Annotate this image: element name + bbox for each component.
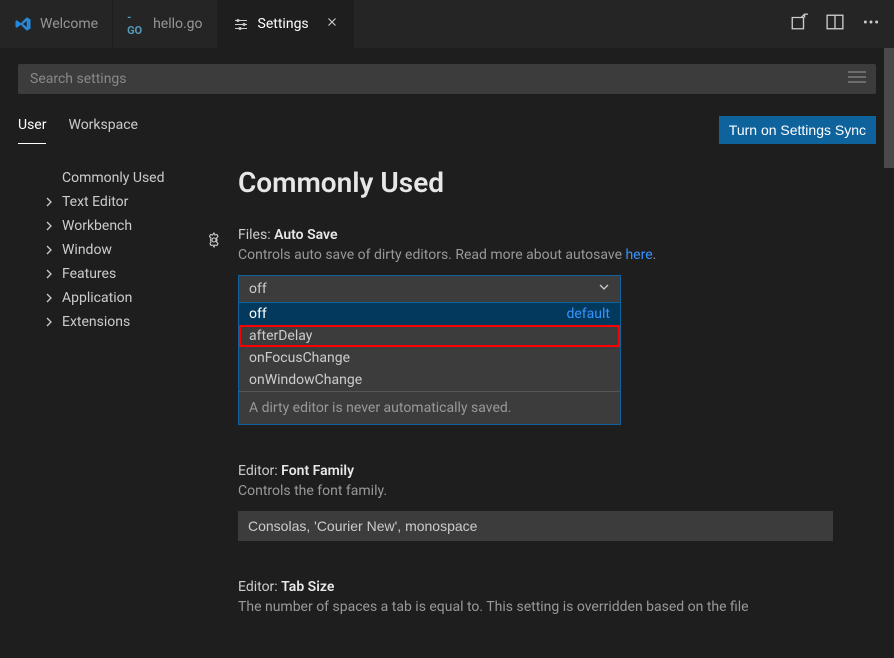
chevron-right-icon: [44, 293, 56, 303]
option-after-delay[interactable]: afterDelay: [239, 325, 620, 347]
toc-extensions[interactable]: Extensions: [44, 310, 218, 334]
chevron-right-icon: [44, 197, 56, 207]
search-placeholder: Search settings: [30, 71, 127, 87]
setting-description: Controls the font family.: [238, 483, 876, 499]
dropdown-value: off: [249, 281, 267, 297]
font-family-input[interactable]: [238, 511, 833, 541]
setting-prefix: Files:: [238, 227, 274, 243]
scope-workspace[interactable]: Workspace: [68, 117, 138, 144]
toc-label: Application: [62, 290, 132, 306]
filter-icon[interactable]: [848, 70, 866, 88]
toc-label: Text Editor: [62, 194, 128, 210]
tab-actions: [776, 0, 894, 48]
dropdown-selected[interactable]: off: [238, 275, 621, 303]
toc-features[interactable]: Features: [44, 262, 218, 286]
setting-prefix: Editor:: [238, 463, 281, 479]
scope-user[interactable]: User: [18, 117, 46, 144]
scrollbar[interactable]: [884, 48, 894, 168]
chevron-right-icon: [44, 317, 56, 327]
setting-name: Tab Size: [281, 579, 334, 595]
toc-window[interactable]: Window: [44, 238, 218, 262]
toc-label: Extensions: [62, 314, 130, 330]
settings-detail: Commonly Used Files: Auto Save Controls …: [218, 166, 876, 653]
search-input[interactable]: Search settings: [18, 64, 876, 94]
toc-label: Features: [62, 266, 116, 282]
scope-tabs: User Workspace: [18, 117, 138, 144]
toc-label: Workbench: [62, 218, 132, 234]
scope-row: User Workspace Turn on Settings Sync: [18, 116, 876, 144]
setting-auto-save: Files: Auto Save Controls auto save of d…: [238, 227, 876, 425]
chevron-down-icon: [598, 281, 610, 297]
autosave-doc-link[interactable]: here: [625, 247, 652, 263]
default-badge: default: [566, 306, 610, 322]
tab-label: Settings: [258, 16, 309, 32]
tab-label: hello.go: [153, 16, 202, 32]
dropdown-list: off default afterDelay onFocusChange onW…: [238, 303, 621, 425]
tab-label: Welcome: [40, 16, 98, 32]
setting-prefix: Editor:: [238, 579, 281, 595]
split-editor-icon[interactable]: [826, 13, 844, 35]
setting-description: The number of spaces a tab is equal to. …: [238, 599, 876, 615]
settings-icon: [232, 15, 250, 33]
setting-font-family: Editor: Font Family Controls the font fa…: [238, 463, 876, 541]
toc-application[interactable]: Application: [44, 286, 218, 310]
toc-workbench[interactable]: Workbench: [44, 214, 218, 238]
section-title: Commonly Used: [238, 166, 876, 199]
settings-sync-button[interactable]: Turn on Settings Sync: [719, 116, 876, 144]
tab-bar: Welcome -GO hello.go Settings: [0, 0, 894, 48]
setting-tab-size: Editor: Tab Size The number of spaces a …: [238, 579, 876, 615]
more-icon[interactable]: [862, 13, 880, 35]
go-icon: -GO: [127, 15, 145, 33]
option-on-focus-change[interactable]: onFocusChange: [239, 347, 620, 369]
settings-main: Commonly Used Text Editor Workbench Wind…: [18, 166, 876, 653]
chevron-right-icon: [44, 221, 56, 231]
open-editor-icon[interactable]: [790, 13, 808, 35]
option-on-window-change[interactable]: onWindowChange: [239, 369, 620, 391]
tab-settings[interactable]: Settings: [218, 0, 354, 48]
settings-content: Search settings User Workspace Turn on S…: [0, 48, 894, 658]
option-off[interactable]: off default: [239, 303, 620, 325]
toc-text-editor[interactable]: Text Editor: [44, 190, 218, 214]
toc-label: Window: [62, 242, 112, 258]
tab-hello-go[interactable]: -GO hello.go: [113, 0, 217, 48]
toc-commonly-used[interactable]: Commonly Used: [44, 166, 218, 190]
dropdown-help: A dirty editor is never automatically sa…: [239, 391, 620, 424]
vscode-icon: [14, 15, 32, 33]
gear-icon[interactable]: [206, 232, 222, 252]
setting-name: Font Family: [281, 463, 354, 479]
setting-label: Editor: Tab Size: [238, 579, 876, 595]
setting-description: Controls auto save of dirty editors. Rea…: [238, 247, 876, 263]
setting-label: Editor: Font Family: [238, 463, 876, 479]
chevron-right-icon: [44, 245, 56, 255]
chevron-right-icon: [44, 269, 56, 279]
tab-welcome[interactable]: Welcome: [0, 0, 113, 48]
close-icon[interactable]: [325, 15, 339, 33]
setting-name: Auto Save: [274, 227, 337, 243]
settings-toc: Commonly Used Text Editor Workbench Wind…: [18, 166, 218, 653]
setting-label: Files: Auto Save: [238, 227, 876, 243]
auto-save-dropdown: off off default afterDelay onFocusChange: [238, 275, 621, 425]
